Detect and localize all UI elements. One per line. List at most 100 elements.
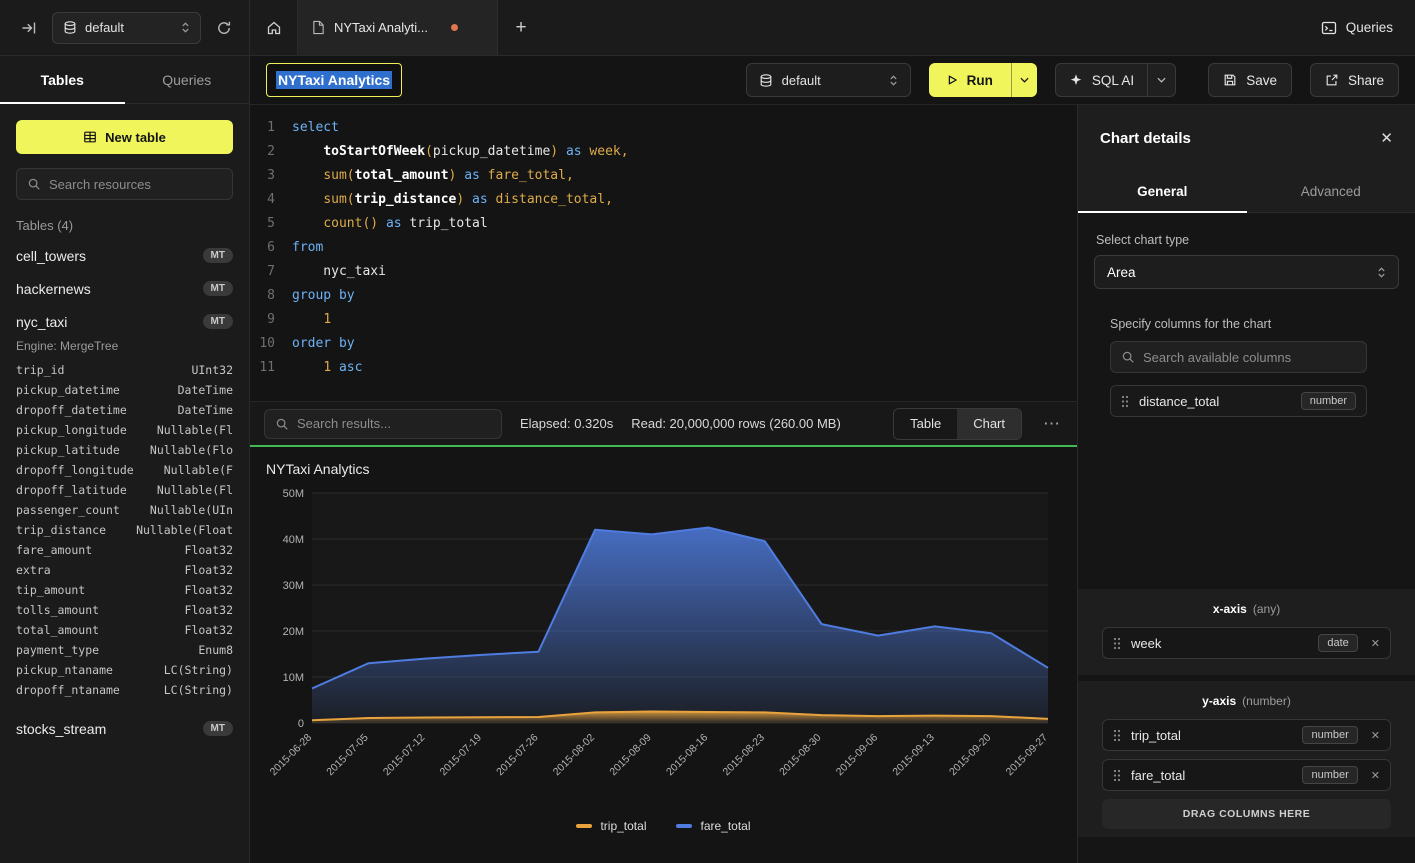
column-name: pickup_ntaname (16, 663, 113, 677)
code-line[interactable]: 9 1 (250, 308, 1077, 332)
run-button[interactable]: Run (929, 63, 1011, 97)
run-options-button[interactable] (1011, 63, 1037, 97)
drag-handle[interactable] (1113, 729, 1121, 742)
column-name: dropoff_datetime (16, 403, 127, 417)
code-line[interactable]: 6from (250, 236, 1077, 260)
refresh-button[interactable] (211, 15, 237, 41)
remove-column-button[interactable]: ✕ (1368, 637, 1380, 650)
svg-text:2015-07-19: 2015-07-19 (437, 732, 484, 779)
code-token: order by (292, 336, 355, 351)
column-label: fare_total (1131, 768, 1185, 783)
legend-item-trip_total[interactable]: trip_total (576, 819, 646, 833)
sql-editor[interactable]: 1select2 toStartOfWeek(pickup_datetime) … (250, 105, 1077, 401)
y-axis-section: y-axis(number) trip_totalnumber✕fare_tot… (1078, 681, 1415, 837)
code-text: toStartOfWeek(pickup_datetime) as week, (292, 140, 629, 164)
queries-button[interactable]: Queries (1321, 20, 1393, 36)
drop-zone[interactable]: DRAG COLUMNS HERE (1102, 799, 1391, 829)
share-button[interactable]: Share (1310, 63, 1399, 97)
chart-legend: trip_total fare_total (266, 819, 1061, 833)
view-toggle-group: Table Chart (893, 408, 1022, 440)
x-axis-column-row[interactable]: weekdate✕ (1102, 627, 1391, 659)
app-window: default NYTaxi Analyti... + Queries (0, 0, 1415, 863)
home-tab[interactable] (250, 0, 298, 55)
code-line[interactable]: 11 1 asc (250, 356, 1077, 380)
code-line[interactable]: 10order by (250, 332, 1077, 356)
x-axis-items: weekdate✕ (1102, 627, 1391, 659)
column-name: pickup_latitude (16, 443, 120, 457)
svg-text:0: 0 (298, 718, 304, 730)
y-axis-column-row[interactable]: fare_totalnumber✕ (1102, 759, 1391, 791)
tab-advanced[interactable]: Advanced (1247, 171, 1415, 212)
table-item-hackernews[interactable]: hackernewsMT (0, 272, 249, 305)
chart-type-select[interactable]: Area (1094, 255, 1399, 289)
save-button[interactable]: Save (1208, 63, 1292, 97)
sidebar-tab-queries[interactable]: Queries (125, 56, 250, 103)
code-token: group by (292, 288, 355, 303)
column-name: total_amount (16, 623, 99, 637)
search-columns-input[interactable] (1143, 350, 1356, 365)
search-icon (1121, 350, 1135, 364)
column-type: Nullable(Fl (157, 483, 233, 497)
query-title-text: NYTaxi Analytics (276, 71, 392, 89)
query-title-input[interactable]: NYTaxi Analytics (266, 63, 402, 97)
x-axis-hint: (any) (1253, 602, 1280, 616)
code-token: total_amount (355, 168, 449, 183)
legend-item-fare_total[interactable]: fare_total (676, 819, 750, 833)
code-line[interactable]: 5 count() as trip_total (250, 212, 1077, 236)
legend-label: trip_total (600, 819, 646, 833)
drag-handle[interactable] (1121, 395, 1129, 408)
table-item-stocks_stream[interactable]: stocks_streamMT (0, 712, 249, 745)
code-token: sum (323, 192, 346, 207)
code-line[interactable]: 7 nyc_taxi (250, 260, 1077, 284)
sidebar-collapse-button[interactable] (16, 15, 42, 41)
search-results-input[interactable] (297, 416, 491, 431)
sidebar-tab-tables[interactable]: Tables (0, 56, 125, 103)
table-item-nyc_taxi[interactable]: nyc_taxiMT (0, 305, 249, 338)
remove-column-button[interactable]: ✕ (1368, 769, 1380, 782)
tab-general[interactable]: General (1078, 171, 1247, 212)
code-line[interactable]: 3 sum(total_amount) as fare_total, (250, 164, 1077, 188)
new-table-button[interactable]: New table (16, 120, 233, 154)
topbar-database-selector[interactable]: default (52, 12, 201, 44)
chevron-down-icon (1157, 77, 1166, 83)
line-number: 9 (250, 308, 292, 332)
new-tab-button[interactable]: + (498, 0, 544, 55)
svg-text:2015-07-26: 2015-07-26 (494, 732, 541, 779)
query-database-selector[interactable]: default (746, 63, 911, 97)
search-resources-input[interactable] (49, 177, 222, 192)
column-type: DateTime (178, 383, 233, 397)
available-column-row[interactable]: distance_totalnumber (1110, 385, 1367, 417)
code-token (378, 216, 386, 231)
code-line[interactable]: 1select (250, 116, 1077, 140)
column-name: trip_id (16, 363, 64, 377)
code-line[interactable]: 8group by (250, 284, 1077, 308)
more-options-button[interactable]: ⋯ (1040, 414, 1063, 434)
y-axis-column-row[interactable]: trip_totalnumber✕ (1102, 719, 1391, 751)
column-type: Float32 (185, 543, 233, 557)
table-item-cell_towers[interactable]: cell_towersMT (0, 239, 249, 272)
code-line[interactable]: 4 sum(trip_distance) as distance_total, (250, 188, 1077, 212)
chart-details-tabs: General Advanced (1078, 171, 1415, 213)
chart-view-toggle[interactable]: Chart (957, 409, 1021, 439)
sql-ai-button[interactable]: SQL AI (1056, 64, 1147, 96)
main-split: 1select2 toStartOfWeek(pickup_datetime) … (250, 105, 1415, 863)
table-name: stocks_stream (16, 721, 106, 737)
chart-details-panel: Chart details ✕ General Advanced Select … (1078, 105, 1415, 863)
database-icon (759, 73, 773, 88)
close-chart-details-button[interactable]: ✕ (1380, 129, 1393, 147)
x-axis-label: x-axis (1213, 602, 1247, 616)
drag-handle[interactable] (1113, 637, 1121, 650)
table-view-toggle[interactable]: Table (894, 409, 957, 439)
sql-ai-options-button[interactable] (1147, 64, 1175, 96)
line-number: 3 (250, 164, 292, 188)
code-line[interactable]: 2 toStartOfWeek(pickup_datetime) as week… (250, 140, 1077, 164)
chevron-updown-icon (1377, 266, 1386, 279)
table-column-row: dropoff_longitudeNullable(F (0, 460, 249, 480)
search-icon (27, 177, 41, 191)
tab-nytaxi-analytics[interactable]: NYTaxi Analyti... (298, 0, 498, 55)
svg-text:2015-09-13: 2015-09-13 (890, 732, 937, 779)
column-type: Nullable(UIn (150, 503, 233, 517)
remove-column-button[interactable]: ✕ (1368, 729, 1380, 742)
area-chart[interactable]: 010M20M30M40M50M2015-06-282015-07-052015… (266, 483, 1062, 819)
drag-handle[interactable] (1113, 769, 1121, 782)
